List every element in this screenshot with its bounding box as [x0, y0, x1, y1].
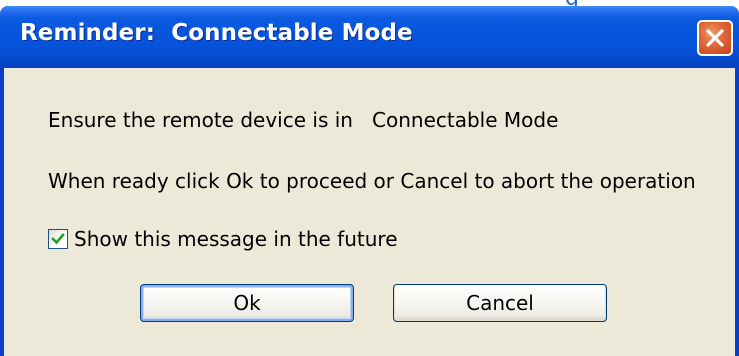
close-button[interactable]: [697, 20, 733, 56]
message-line-connectable: Ensure the remote device is in Connectab…: [48, 108, 559, 132]
checkmark-icon: [51, 233, 65, 245]
show-message-checkbox-label: Show this message in the future: [74, 227, 398, 251]
close-x-icon: [706, 29, 724, 47]
dialog-body: Ensure the remote device is in Connectab…: [4, 68, 735, 356]
cancel-button-label: Cancel: [466, 291, 534, 315]
ok-button[interactable]: Ok: [140, 284, 354, 322]
reminder-dialog: Reminder: Connectable Mode Ensure the re…: [0, 6, 739, 356]
dialog-title: Reminder: Connectable Mode: [20, 20, 413, 46]
show-message-checkbox[interactable]: [48, 229, 68, 249]
dialog-titlebar[interactable]: Reminder: Connectable Mode: [0, 6, 739, 68]
ok-button-label: Ok: [233, 291, 261, 315]
cancel-button[interactable]: Cancel: [393, 284, 607, 322]
message-line-instructions: When ready click Ok to proceed or Cancel…: [48, 169, 696, 193]
show-message-checkbox-row[interactable]: Show this message in the future: [48, 226, 398, 252]
